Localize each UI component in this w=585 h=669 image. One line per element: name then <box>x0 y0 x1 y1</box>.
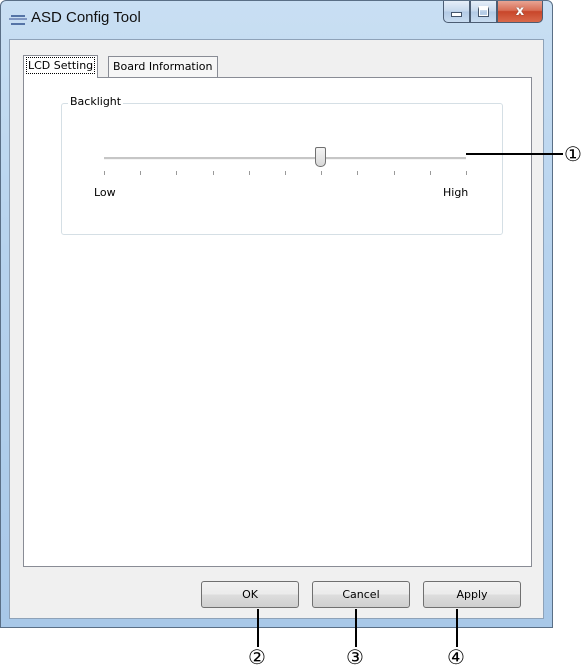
backlight-slider-track[interactable] <box>104 157 466 160</box>
tab-board-information-label: Board Information <box>113 60 213 73</box>
maximize-icon <box>478 6 489 17</box>
maximize-button[interactable] <box>470 1 497 23</box>
slider-tick <box>321 171 322 175</box>
slider-tick <box>176 171 177 175</box>
backlight-group: Backlight Low High <box>61 95 503 235</box>
slider-tick <box>104 171 105 175</box>
slider-tick <box>466 171 467 175</box>
backlight-high-label: High <box>443 186 469 199</box>
minimize-icon <box>451 12 462 17</box>
slider-callout-number: ① <box>564 142 582 166</box>
backlight-slider-thumb[interactable] <box>315 147 326 167</box>
tab-board-information[interactable]: Board Information <box>108 56 218 77</box>
slider-tick <box>285 171 286 175</box>
slider-callout-line <box>466 153 563 155</box>
main-window: ASD Config Tool x LCD Setting Board Info… <box>0 0 553 628</box>
ok-button[interactable]: OK <box>201 581 299 608</box>
backlight-group-label: Backlight <box>68 95 124 108</box>
slider-tick <box>357 171 358 175</box>
ok-callout-number: ② <box>248 645 266 669</box>
slider-tick <box>213 171 214 175</box>
caption-buttons: x <box>443 1 543 23</box>
window-icon[interactable] <box>9 15 27 25</box>
slider-tick <box>430 171 431 175</box>
slider-tick <box>394 171 395 175</box>
cancel-callout-line <box>355 609 357 647</box>
backlight-low-label: Low <box>94 186 116 199</box>
apply-button[interactable]: Apply <box>423 581 521 608</box>
close-button[interactable]: x <box>497 1 543 23</box>
cancel-button[interactable]: Cancel <box>312 581 410 608</box>
lcd-setting-page: Backlight Low High <box>23 77 532 567</box>
tab-lcd-setting[interactable]: LCD Setting <box>23 55 99 78</box>
apply-callout-line <box>456 609 458 647</box>
slider-tick <box>140 171 141 175</box>
close-icon: x <box>515 4 525 19</box>
apply-callout-number: ④ <box>447 645 465 669</box>
title-bar[interactable]: ASD Config Tool x <box>1 1 552 39</box>
window-title: ASD Config Tool <box>31 9 141 26</box>
slider-tick <box>249 171 250 175</box>
tab-lcd-setting-label: LCD Setting <box>25 57 96 74</box>
ok-callout-line <box>257 609 259 647</box>
minimize-button[interactable] <box>443 1 470 23</box>
dialog-client-area: LCD Setting Board Information Backlight … <box>9 39 544 619</box>
cancel-callout-number: ③ <box>346 645 364 669</box>
